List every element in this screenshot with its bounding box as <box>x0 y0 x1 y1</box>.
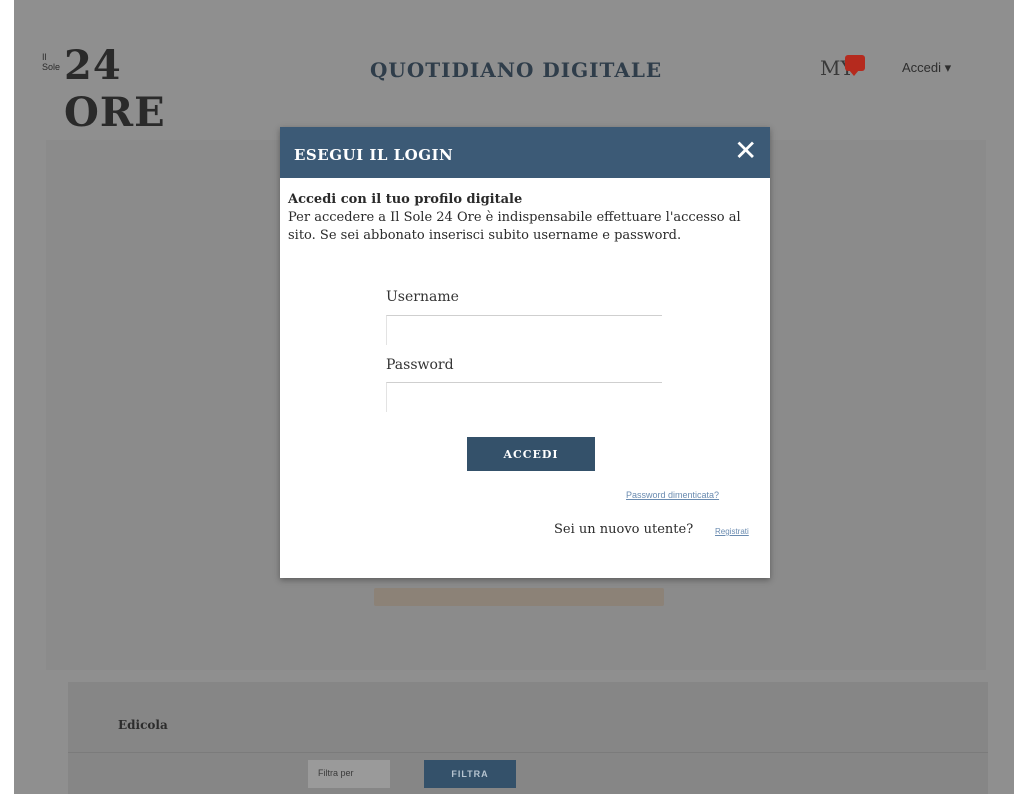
forgot-password-link[interactable]: Password dimenticata? <box>626 490 719 500</box>
login-modal: ESEGUI IL LOGIN ✕ Accedi con il tuo prof… <box>280 127 770 578</box>
intro-text: Per accedere a Il Sole 24 Ore è indispen… <box>288 210 741 243</box>
close-icon[interactable]: ✕ <box>734 137 757 165</box>
username-input[interactable] <box>386 315 662 345</box>
logo-big-text: 24 ORE <box>64 42 166 136</box>
page-frame: Il Sole 24 ORE QUOTIDIANO DIGITALE MY Ac… <box>14 0 1014 794</box>
divider <box>68 752 988 753</box>
filter-select[interactable]: Filtra per <box>308 760 390 788</box>
background-content-bar <box>374 588 664 606</box>
masthead-title: QUOTIDIANO DIGITALE <box>370 58 663 82</box>
register-link[interactable]: Registrati <box>715 527 749 536</box>
speech-bubble-icon[interactable] <box>845 55 865 76</box>
filter-button[interactable]: FILTRA <box>424 760 516 788</box>
login-intro: Accedi con il tuo profilo digitale Per a… <box>288 191 758 245</box>
password-label: Password <box>386 357 454 373</box>
accedi-nav-dropdown[interactable]: Accedi ▾ <box>902 60 951 76</box>
intro-heading: Accedi con il tuo profilo digitale <box>288 192 523 207</box>
edicola-section: Edicola Filtra per FILTRA <box>68 682 988 794</box>
modal-title: ESEGUI IL LOGIN <box>294 146 454 164</box>
new-user-text: Sei un nuovo utente? <box>554 522 694 537</box>
login-button[interactable]: ACCEDI <box>467 437 595 471</box>
logo-small-text: Il Sole <box>42 52 61 72</box>
modal-header: ESEGUI IL LOGIN ✕ <box>280 127 770 178</box>
password-input[interactable] <box>386 382 662 412</box>
username-label: Username <box>386 289 459 305</box>
edicola-title: Edicola <box>118 718 168 732</box>
